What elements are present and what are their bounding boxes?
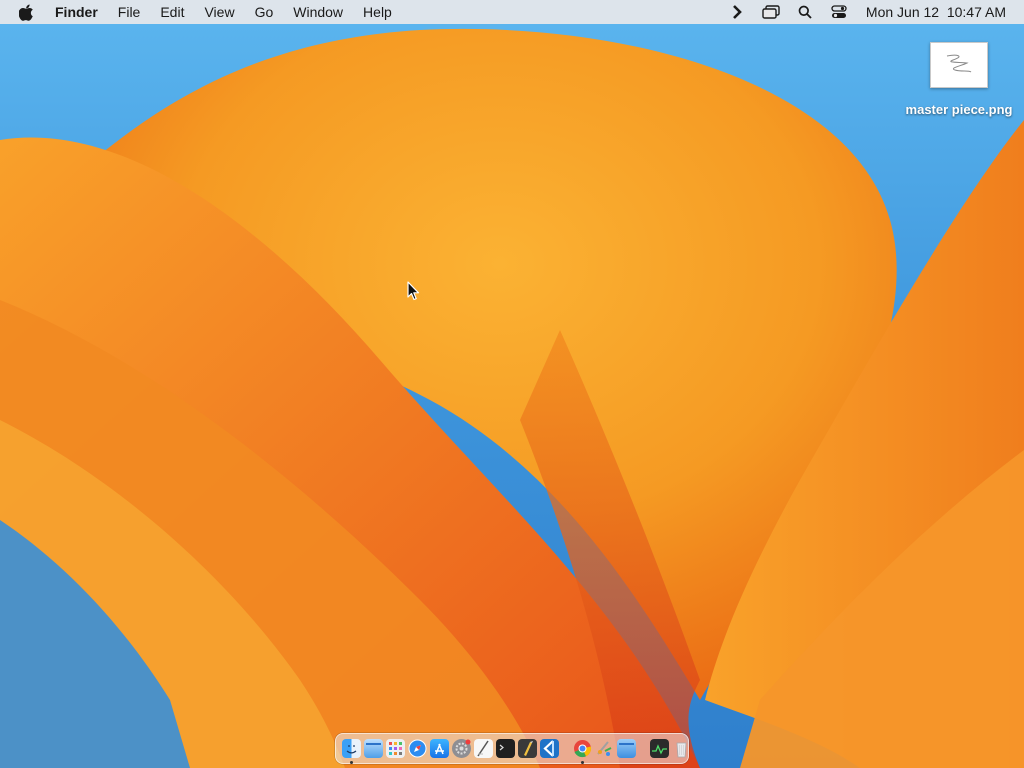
menu-file[interactable]: File xyxy=(108,0,151,24)
image-file-icon[interactable] xyxy=(930,42,988,88)
script-editor-icon[interactable] xyxy=(518,739,537,758)
mouse-pointer-icon xyxy=(407,281,421,301)
terminal-icon[interactable] xyxy=(496,739,515,758)
gear-icon[interactable] xyxy=(452,739,471,758)
vscode-icon[interactable] xyxy=(540,739,559,758)
downloads-folder-icon[interactable] xyxy=(617,739,636,758)
activity-monitor-icon[interactable] xyxy=(650,739,669,758)
screen-mirroring-icon[interactable] xyxy=(760,0,782,24)
paintbrush-icon[interactable] xyxy=(595,739,614,758)
dock xyxy=(335,733,689,764)
desktop-wallpaper xyxy=(0,0,1024,768)
desktop-file-name[interactable]: master piece.png xyxy=(900,102,1018,117)
desktop-file-item[interactable]: master piece.png xyxy=(900,40,1018,117)
text-edit-icon[interactable] xyxy=(474,739,493,758)
menu-help[interactable]: Help xyxy=(353,0,402,24)
trash-icon[interactable] xyxy=(672,739,691,758)
folder-window-icon[interactable] xyxy=(364,739,383,758)
chrome-icon[interactable] xyxy=(573,739,592,764)
control-center-icon[interactable] xyxy=(828,0,850,24)
menu-bar: Finder File Edit View Go Window Help Mon… xyxy=(0,0,1024,24)
menu-go[interactable]: Go xyxy=(245,0,284,24)
menu-edit[interactable]: Edit xyxy=(150,0,194,24)
app-store-icon[interactable] xyxy=(430,739,449,758)
running-indicator xyxy=(581,761,584,764)
menu-view[interactable]: View xyxy=(194,0,244,24)
safari-compass-icon[interactable] xyxy=(408,739,427,758)
finder-icon[interactable] xyxy=(342,739,361,764)
menu-window[interactable]: Window xyxy=(283,0,353,24)
menu-clock[interactable]: Mon Jun 12 10:47 AM xyxy=(856,4,1024,20)
running-indicator xyxy=(350,761,353,764)
menu-app-name[interactable]: Finder xyxy=(47,0,108,24)
chevron-right-icon[interactable] xyxy=(726,0,748,24)
spotlight-search-icon[interactable] xyxy=(794,0,816,24)
apple-logo-icon[interactable] xyxy=(19,3,35,21)
launchpad-icon[interactable] xyxy=(386,739,405,758)
